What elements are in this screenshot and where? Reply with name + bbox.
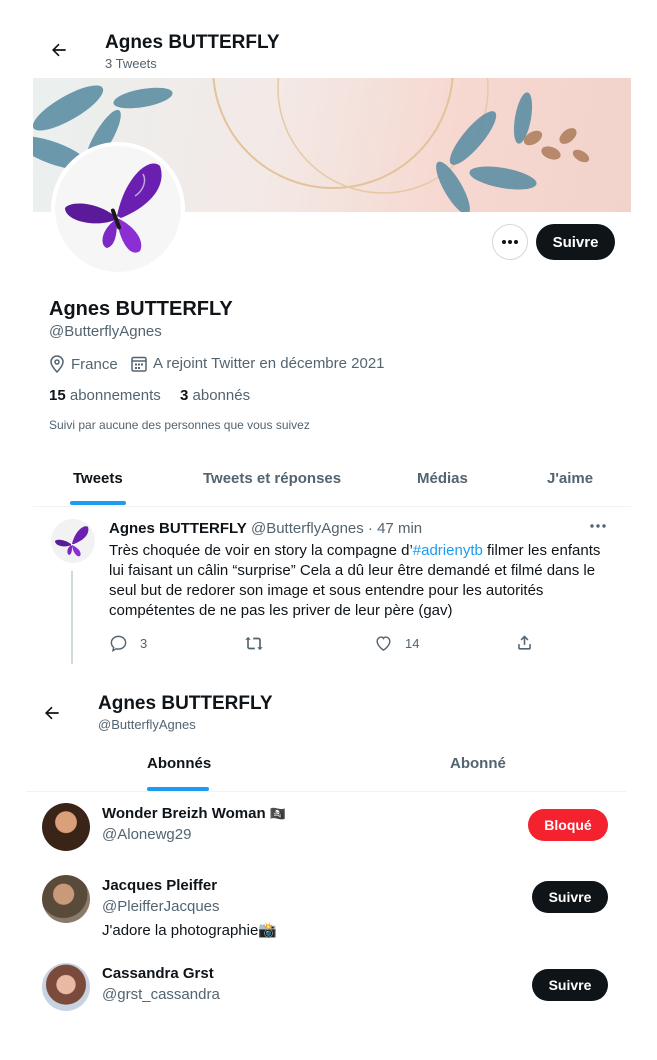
retweet-button[interactable] xyxy=(244,634,264,653)
followers-count: 3 xyxy=(180,387,189,404)
tweet-time[interactable]: 47 min xyxy=(377,520,422,537)
tweet-hashtag[interactable]: #adrienytb xyxy=(413,542,483,559)
followers-page-title: Agnes BUTTERFLY xyxy=(98,693,273,714)
tab-followers[interactable]: Abonnés xyxy=(147,755,211,772)
arrow-left-icon xyxy=(49,40,69,60)
arrow-left-icon xyxy=(42,703,62,723)
tweet-text: Très choquée de voir en story la compagn… xyxy=(109,541,609,621)
back-button[interactable] xyxy=(34,695,70,731)
follow-button[interactable]: Suivre xyxy=(532,969,608,1001)
user-handle: @PleifferJacques xyxy=(102,898,220,915)
more-horizontal-icon xyxy=(590,524,606,528)
like-button[interactable]: 14 xyxy=(374,634,419,652)
user-row[interactable]: Jacques Pleiffer @PleifferJacques J'ador… xyxy=(26,873,626,945)
tab-likes[interactable]: J'aime xyxy=(547,470,593,487)
following-count: 15 xyxy=(49,387,66,404)
header-title: Agnes BUTTERFLY xyxy=(105,32,280,53)
retweet-icon xyxy=(244,634,264,653)
share-icon xyxy=(515,633,534,652)
follow-button[interactable]: Suivre xyxy=(532,881,608,913)
blocked-button[interactable]: Bloqué xyxy=(528,809,608,841)
avatar[interactable] xyxy=(42,803,90,851)
user-name-text: Wonder Breizh Woman xyxy=(102,805,266,822)
avatar[interactable] xyxy=(42,963,90,1011)
tab-tweets-replies[interactable]: Tweets et réponses xyxy=(203,470,341,487)
profile-handle: @ButterflyAgnes xyxy=(49,323,162,340)
profile-joined: A rejoint Twitter en décembre 2021 xyxy=(131,355,385,372)
thread-line xyxy=(71,571,73,664)
active-tab-indicator xyxy=(70,501,126,505)
user-row[interactable]: Wonder Breizh Woman 🏴‍☠️ @Alonewg29 Bloq… xyxy=(26,801,626,863)
butterfly-image xyxy=(55,146,181,272)
tweet-author-handle[interactable]: @ButterflyAgnes xyxy=(251,520,364,537)
tweet-separator: · xyxy=(367,520,373,537)
user-handle: @Alonewg29 xyxy=(102,826,192,843)
tab-media[interactable]: Médias xyxy=(417,470,468,487)
following-link[interactable]: 15 abonnements xyxy=(49,387,161,404)
avatar[interactable] xyxy=(42,875,90,923)
back-button[interactable] xyxy=(41,32,77,68)
butterfly-image xyxy=(55,526,89,557)
location-pin-icon xyxy=(49,355,65,373)
following-label: abonnements xyxy=(69,387,161,404)
profile-name: Agnes BUTTERFLY xyxy=(49,298,233,320)
followers-panel: Agnes BUTTERFLY @ButterflyAgnes Abonnés … xyxy=(26,687,626,1027)
tabs-divider xyxy=(33,506,631,507)
followers-link[interactable]: 3 abonnés xyxy=(180,387,250,404)
user-bio: J'adore la photographie📸 xyxy=(102,922,277,939)
like-count: 14 xyxy=(405,635,420,651)
heart-icon xyxy=(374,634,393,652)
followed-by-text: Suivi par aucune des personnes que vous … xyxy=(49,418,310,432)
profile-location: France xyxy=(49,355,118,373)
joined-text: A rejoint Twitter en décembre 2021 xyxy=(153,355,385,372)
tweet-count: 3 Tweets xyxy=(105,56,157,71)
user-handle: @grst_cassandra xyxy=(102,986,220,1003)
tweet-avatar[interactable] xyxy=(51,519,95,563)
calendar-icon xyxy=(131,355,147,372)
profile-avatar[interactable] xyxy=(51,142,185,276)
profile-panel: Agnes BUTTERFLY 3 Tweets Suivre Agnes BU… xyxy=(33,26,631,664)
tab-following[interactable]: Abonné xyxy=(450,755,506,772)
user-name-emoji: 🏴‍☠️ xyxy=(269,806,286,821)
reply-icon xyxy=(109,634,128,653)
tweet-more-button[interactable] xyxy=(590,524,606,528)
user-row[interactable]: Cassandra Grst @grst_cassandra Suivre xyxy=(26,961,626,1023)
more-horizontal-icon xyxy=(502,240,518,244)
share-button[interactable] xyxy=(515,633,534,652)
location-text: France xyxy=(71,355,118,373)
tab-tweets[interactable]: Tweets xyxy=(73,470,123,487)
followers-label: abonnés xyxy=(192,387,251,404)
followers-page-handle: @ButterflyAgnes xyxy=(98,717,196,732)
tweet-header: Agnes BUTTERFLY @ButterflyAgnes · 47 min xyxy=(109,520,422,537)
user-name: Cassandra Grst xyxy=(102,965,214,982)
reply-button[interactable]: 3 xyxy=(109,634,147,653)
user-name: Wonder Breizh Woman 🏴‍☠️ xyxy=(102,805,286,822)
tweet-text-before: Très choquée de voir en story la compagn… xyxy=(109,542,413,559)
follow-button[interactable]: Suivre xyxy=(536,224,615,260)
tweet-author-name[interactable]: Agnes BUTTERFLY xyxy=(109,520,247,537)
reply-count: 3 xyxy=(140,636,148,651)
more-options-button[interactable] xyxy=(492,224,528,260)
user-name: Jacques Pleiffer xyxy=(102,877,218,894)
tabs-divider xyxy=(26,791,626,792)
